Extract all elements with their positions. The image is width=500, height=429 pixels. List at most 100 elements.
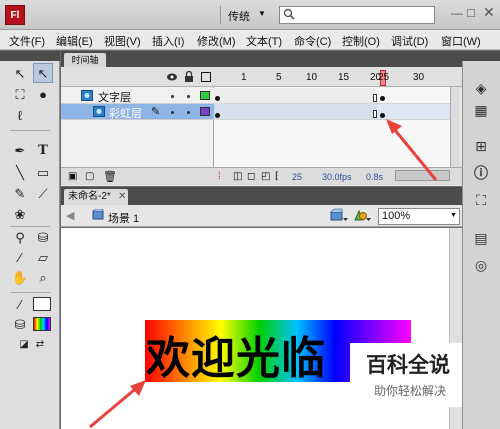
menu-edit[interactable]: 编辑(E) xyxy=(56,33,93,49)
right-panel-header[interactable] xyxy=(462,51,500,61)
layer-name: 彩虹层 xyxy=(109,108,142,120)
lock-dot[interactable] xyxy=(187,95,190,98)
center-frame-icon[interactable]: ⁞ xyxy=(218,171,221,182)
scene-icon xyxy=(92,209,104,220)
transform-panel-icon[interactable]: ⛶ xyxy=(470,190,492,210)
library-panel-icon[interactable]: ▤ xyxy=(470,228,492,248)
frame-number: 5 xyxy=(276,72,282,83)
onion-outline-icon[interactable]: ◻ xyxy=(247,171,255,182)
new-folder-icon[interactable]: ▢ xyxy=(85,171,94,182)
bone-tool-icon[interactable]: ⚲ xyxy=(10,228,30,248)
timeline-vertical-scrollbar[interactable] xyxy=(450,87,460,167)
free-transform-tool-icon[interactable]: ⛶ xyxy=(10,85,30,105)
tab-timeline[interactable]: 时间轴 xyxy=(64,53,106,67)
selection-tool-icon[interactable]: ↖ xyxy=(10,64,30,84)
close-icon[interactable]: ✕ xyxy=(483,4,495,21)
new-layer-icon[interactable]: ▣ xyxy=(68,171,77,182)
zoom-select[interactable]: 100% xyxy=(378,208,460,225)
eraser-tool-icon[interactable]: ▱ xyxy=(33,248,53,268)
keyframe[interactable] xyxy=(380,96,385,101)
brush-tool-icon[interactable]: ⟋ xyxy=(33,184,53,204)
timeline-horizontal-scrollbar[interactable] xyxy=(395,170,450,181)
swatches-panel-icon[interactable]: ▦ xyxy=(470,100,492,120)
menu-view[interactable]: 视图(V) xyxy=(104,33,141,49)
keyframe[interactable] xyxy=(380,113,385,118)
tools-panel-header[interactable] xyxy=(0,51,60,61)
divider xyxy=(10,226,50,227)
close-icon[interactable]: ✕ xyxy=(118,191,126,202)
outline-icon[interactable] xyxy=(201,72,211,82)
fill-color-icon[interactable]: ⛁ xyxy=(10,315,30,335)
paint-bucket-tool-icon[interactable]: ⛁ xyxy=(33,228,53,248)
search-input[interactable] xyxy=(279,6,435,24)
properties-panel-icon[interactable]: ◎ xyxy=(470,255,492,275)
visibility-dot[interactable] xyxy=(171,95,174,98)
workspace-switcher[interactable]: 传统 xyxy=(228,8,250,24)
menu-window[interactable]: 窗口(W) xyxy=(441,33,481,49)
menu-bar: 文件(F) 编辑(E) 视图(V) 插入(I) 修改(M) 文本(T) 命令(C… xyxy=(0,30,500,50)
edit-symbol-icon[interactable] xyxy=(353,208,371,224)
3d-rotation-tool-icon[interactable]: ● xyxy=(33,85,53,105)
layer-row-text[interactable]: 文字层 xyxy=(61,88,214,104)
rectangle-tool-icon[interactable]: ▭ xyxy=(33,163,53,183)
frame-rate-status[interactable]: 30.0fps xyxy=(322,172,352,182)
frame-row[interactable] xyxy=(214,104,459,120)
swap-colors-icon[interactable]: ⇄ xyxy=(30,335,50,355)
current-frame-number: 25 xyxy=(378,72,390,83)
color-panel-icon[interactable]: ◈ xyxy=(470,78,492,98)
watermark-title: 百科全说 xyxy=(366,354,450,377)
timeline-tab-bar xyxy=(61,51,462,67)
menu-modify[interactable]: 修改(M) xyxy=(197,33,236,49)
back-arrow-icon[interactable]: ◀ xyxy=(66,209,74,222)
eyedropper-tool-icon[interactable]: ⁄ xyxy=(10,248,30,268)
onion-skin-icon[interactable]: ◫ xyxy=(233,171,242,182)
stroke-color-swatch[interactable] xyxy=(33,297,51,311)
keyframe[interactable] xyxy=(215,96,220,101)
align-panel-icon[interactable]: ⊞ xyxy=(470,136,492,156)
edit-scene-icon[interactable] xyxy=(330,208,348,224)
info-panel-icon[interactable]: ⓘ xyxy=(470,163,492,183)
delete-layer-icon[interactable]: 🗑 xyxy=(103,170,117,183)
layer-outline-color[interactable] xyxy=(200,107,210,116)
watermark-subtitle: 助你轻松解决 xyxy=(374,384,447,398)
frame-row[interactable] xyxy=(214,88,459,104)
pen-tool-icon[interactable]: ✒ xyxy=(10,141,30,161)
layer-outline-color[interactable] xyxy=(200,91,210,100)
scene-label[interactable]: 场景 1 xyxy=(108,210,139,226)
lock-dot[interactable] xyxy=(187,111,190,114)
line-tool-icon[interactable]: ╲ xyxy=(10,163,30,183)
layer-row-rainbow[interactable]: 彩虹层 ✎ xyxy=(61,104,214,120)
stroke-color-icon[interactable]: ⁄ xyxy=(10,295,30,315)
subselection-tool-icon[interactable]: ↖ xyxy=(33,63,53,83)
chevron-down-icon[interactable]: ▼ xyxy=(258,9,266,18)
keyframe[interactable] xyxy=(215,113,220,118)
minimize-icon[interactable]: — xyxy=(451,6,463,20)
divider xyxy=(220,6,221,24)
chevron-down-icon[interactable]: ▼ xyxy=(450,212,457,219)
layer-icon xyxy=(81,90,93,101)
eye-icon[interactable] xyxy=(166,72,178,82)
frame-number: 10 xyxy=(306,72,318,83)
zoom-tool-icon[interactable]: ⌕ xyxy=(33,268,53,288)
menu-debug[interactable]: 调试(D) xyxy=(391,33,428,49)
hand-tool-icon[interactable]: ✋ xyxy=(10,268,30,288)
menu-commands[interactable]: 命令(C) xyxy=(294,33,331,49)
menu-text[interactable]: 文本(T) xyxy=(246,33,282,49)
onion-markers-icon[interactable]: ⁅ xyxy=(275,171,279,182)
end-frame[interactable] xyxy=(373,94,377,102)
menu-insert[interactable]: 插入(I) xyxy=(152,33,184,49)
visibility-dot[interactable] xyxy=(171,111,174,114)
maximize-icon[interactable]: □ xyxy=(467,5,475,20)
menu-control[interactable]: 控制(O) xyxy=(342,33,380,49)
stage-text[interactable]: 欢迎光临 xyxy=(146,322,326,386)
menu-file[interactable]: 文件(F) xyxy=(9,33,45,49)
lock-icon[interactable] xyxy=(184,71,194,82)
end-frame[interactable] xyxy=(373,110,377,118)
text-tool-icon[interactable]: T xyxy=(33,141,53,161)
pencil-tool-icon[interactable]: ✎ xyxy=(10,184,30,204)
lasso-tool-icon[interactable]: ℓ xyxy=(10,106,30,126)
fill-color-swatch[interactable] xyxy=(33,317,51,331)
divider xyxy=(10,292,50,293)
edit-multiple-frames-icon[interactable]: ◰ xyxy=(261,171,270,182)
deco-tool-icon[interactable]: ❀ xyxy=(10,205,30,225)
